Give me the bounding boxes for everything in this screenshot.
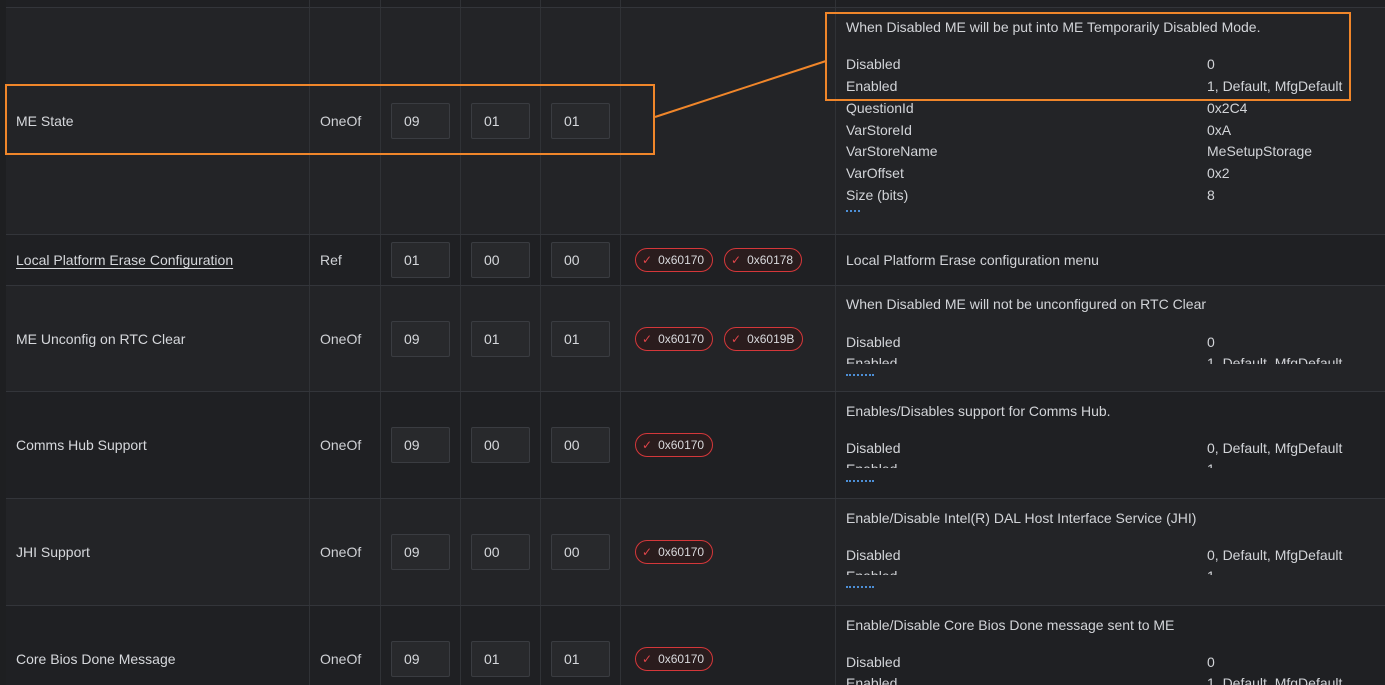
setting-type: Ref — [320, 252, 342, 268]
option-key: Size (bits) — [846, 187, 909, 203]
byte-field-2[interactable]: 00 — [471, 242, 530, 278]
more-dots-icon[interactable] — [846, 210, 860, 212]
byte-field-3[interactable]: 00 — [551, 242, 610, 278]
option-value: 0 — [1207, 334, 1215, 350]
option-key: Enabled — [846, 78, 898, 94]
byte-field-1[interactable]: 09 — [391, 103, 450, 139]
table-row[interactable]: JHI Support OneOf 09 00 00 ✓ 0x60170 Enab… — [6, 499, 1385, 606]
help-text: When Disabled ME will be put into ME Tem… — [846, 19, 1261, 35]
option-key: Enabled — [846, 355, 898, 364]
help-panel: Enable/Disable Core Bios Done message se… — [835, 606, 1385, 685]
more-dots-icon[interactable] — [846, 586, 874, 588]
byte-field-3[interactable]: 01 — [551, 103, 610, 139]
table-row[interactable]: Core Bios Done Message OneOf 09 01 01 ✓ 0… — [6, 606, 1385, 685]
check-icon: ✓ — [731, 253, 742, 267]
table-row[interactable]: ME Unconfig on RTC Clear OneOf 09 01 01 … — [6, 286, 1385, 392]
option-key: Enabled — [846, 461, 897, 468]
option-value: 0 — [1207, 56, 1215, 72]
option-key: QuestionId — [846, 100, 914, 116]
option-key: Disabled — [846, 56, 901, 72]
table-row[interactable]: ME State OneOf 09 01 01 When Disabled ME… — [6, 8, 1385, 235]
byte-field-1[interactable]: 09 — [391, 534, 450, 570]
option-value: 0 — [1207, 654, 1215, 670]
check-icon: ✓ — [731, 332, 742, 346]
option-value: 1 — [1207, 568, 1215, 575]
help-text: Enable/Disable Intel(R) DAL Host Interfa… — [846, 510, 1197, 526]
help-panel: When Disabled ME will not be unconfigure… — [835, 286, 1385, 391]
byte-field-2[interactable]: 01 — [471, 103, 530, 139]
option-key: Enabled — [846, 568, 897, 575]
setting-type: OneOf — [320, 113, 362, 129]
setting-type: OneOf — [320, 437, 362, 453]
byte-field-1[interactable]: 09 — [391, 427, 450, 463]
option-value: 0, Default, MfgDefault — [1207, 440, 1343, 456]
byte-field-3[interactable]: 01 — [551, 641, 610, 677]
setting-name: Core Bios Done Message — [16, 651, 176, 667]
check-icon: ✓ — [642, 438, 653, 452]
option-value: 1, Default, MfgDefault — [1207, 78, 1343, 94]
option-key: VarOffset — [846, 165, 904, 181]
option-value: 1 — [1207, 461, 1215, 468]
option-value: MeSetupStorage — [1207, 143, 1313, 159]
byte-field-2[interactable]: 00 — [471, 427, 530, 463]
ref-badge[interactable]: ✓ 0x60170 — [635, 327, 714, 351]
check-icon: ✓ — [642, 332, 653, 346]
ref-badge[interactable]: ✓ 0x60170 — [635, 540, 714, 564]
setting-name: Comms Hub Support — [16, 437, 147, 453]
ref-badge[interactable]: ✓ 0x60170 — [635, 248, 714, 272]
setting-name: JHI Support — [16, 544, 90, 560]
check-icon: ✓ — [642, 253, 653, 267]
setting-name: ME Unconfig on RTC Clear — [16, 330, 186, 347]
table-row[interactable]: Comms Hub Support OneOf 09 00 00 ✓ 0x6017… — [6, 392, 1385, 499]
option-value: 1, Default, MfgDefault — [1207, 355, 1343, 364]
option-key: VarStoreName — [846, 143, 938, 159]
help-panel: Enable/Disable Intel(R) DAL Host Interfa… — [835, 499, 1385, 605]
setting-type: OneOf — [320, 330, 362, 347]
option-value: 0xA — [1207, 122, 1232, 138]
check-icon: ✓ — [642, 545, 653, 559]
byte-field-2[interactable]: 01 — [471, 641, 530, 677]
help-text: Enables/Disables support for Comms Hub. — [846, 403, 1111, 419]
option-key: Disabled — [846, 547, 901, 563]
option-key: Enabled — [846, 675, 898, 685]
option-value: 1, Default, MfgDefault — [1207, 675, 1343, 685]
help-text: Local Platform Erase configuration menu — [846, 252, 1099, 268]
setting-name: ME State — [16, 113, 74, 129]
byte-field-3[interactable]: 00 — [551, 534, 610, 570]
help-panel: When Disabled ME will be put into ME Tem… — [835, 8, 1385, 234]
byte-field-3[interactable]: 01 — [551, 321, 610, 357]
option-value: 0x2 — [1207, 165, 1230, 181]
byte-field-1[interactable]: 09 — [391, 641, 450, 677]
table-row[interactable]: Local Platform Erase Configuration Ref 0… — [6, 235, 1385, 286]
help-panel: Local Platform Erase configuration menu — [835, 235, 1385, 285]
ref-badge[interactable]: ✓ 0x60178 — [724, 248, 803, 272]
option-key: Disabled — [846, 654, 901, 670]
byte-field-1[interactable]: 09 — [391, 321, 450, 357]
submenu-link[interactable]: Local Platform Erase Configuration — [6, 252, 233, 268]
more-dots-icon[interactable] — [846, 374, 874, 376]
option-key: Disabled — [846, 440, 901, 456]
option-value: 0x2C4 — [1207, 100, 1248, 116]
help-text: Enable/Disable Core Bios Done message se… — [846, 617, 1175, 633]
byte-field-2[interactable]: 01 — [471, 321, 530, 357]
byte-field-2[interactable]: 00 — [471, 534, 530, 570]
help-panel: Enables/Disables support for Comms Hub. … — [835, 392, 1385, 498]
ref-badge[interactable]: ✓ 0x60170 — [635, 647, 714, 671]
help-text: When Disabled ME will not be unconfigure… — [846, 296, 1207, 312]
option-value: 8 — [1207, 187, 1215, 203]
byte-field-1[interactable]: 01 — [391, 242, 450, 278]
option-key: Disabled — [846, 334, 901, 350]
more-dots-icon[interactable] — [846, 480, 874, 482]
option-key: VarStoreId — [846, 122, 912, 138]
setting-type: OneOf — [320, 651, 362, 667]
byte-field-3[interactable]: 00 — [551, 427, 610, 463]
setting-type: OneOf — [320, 544, 362, 560]
ref-badge[interactable]: ✓ 0x6019B — [724, 327, 804, 351]
table-row-previous — [6, 0, 1385, 8]
option-value: 0, Default, MfgDefault — [1207, 547, 1343, 563]
ref-badge[interactable]: ✓ 0x60170 — [635, 433, 714, 457]
check-icon: ✓ — [642, 652, 653, 666]
